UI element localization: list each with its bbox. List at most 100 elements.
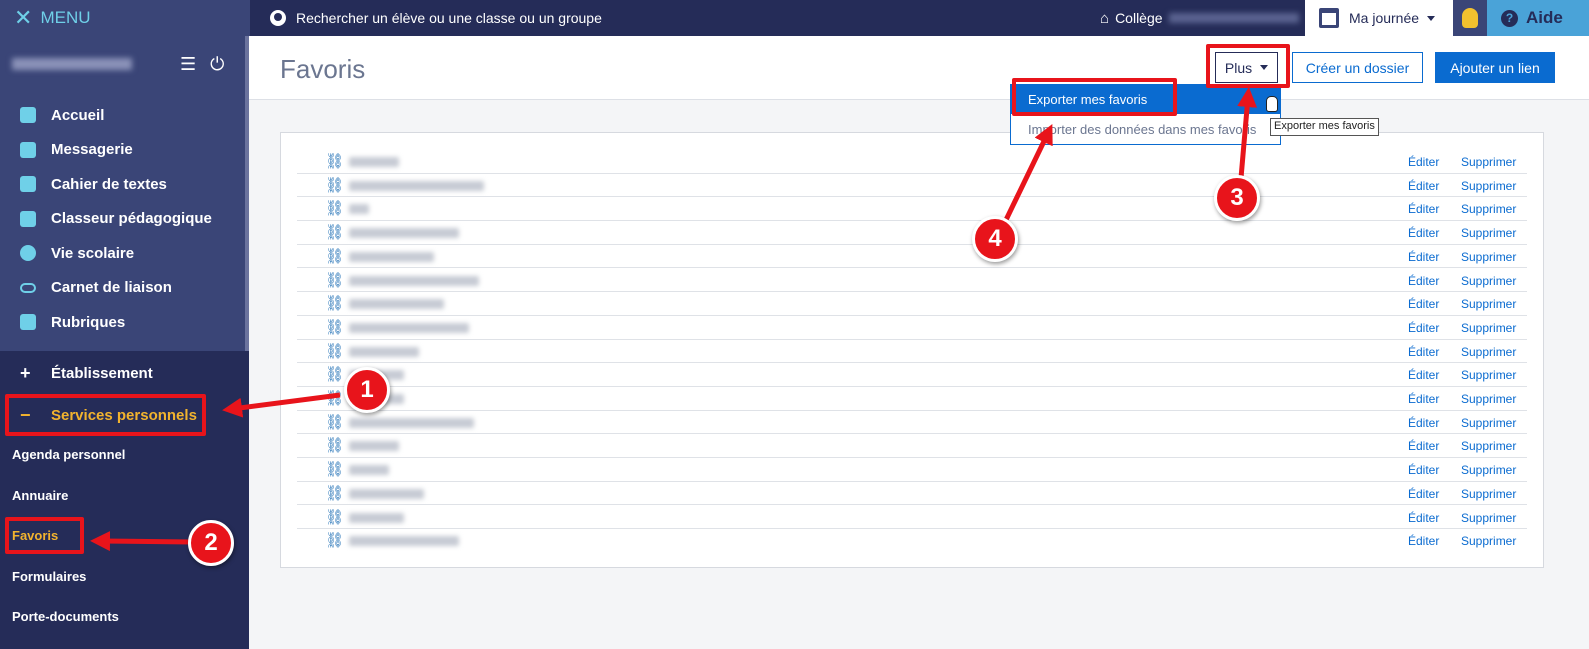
college-name-blurred xyxy=(1168,13,1299,23)
menu-button[interactable]: ✕ MENU xyxy=(0,0,250,36)
delete-link[interactable]: Supprimer xyxy=(1461,487,1516,501)
delete-link[interactable]: Supprimer xyxy=(1461,416,1516,430)
edit-link[interactable]: Éditer xyxy=(1408,226,1439,240)
delete-link[interactable]: Supprimer xyxy=(1461,392,1516,406)
user-name-blurred xyxy=(12,58,132,70)
link-icon: ⛓ xyxy=(325,271,345,289)
favorites-panel: ⛓ Éditer Supprimer ⛓ Éditer Supprimer ⛓ Éditer S… xyxy=(280,132,1544,568)
link-icon: ⛓ xyxy=(325,295,345,313)
sidebar-item-cahier-de-textes[interactable]: Cahier de textes xyxy=(0,167,245,202)
aide-button[interactable]: ? Aide xyxy=(1487,0,1589,36)
favorite-name-blurred[interactable] xyxy=(349,441,399,452)
power-icon[interactable]: ⏻ xyxy=(210,54,224,75)
edit-link[interactable]: Éditer xyxy=(1408,297,1439,311)
edit-link[interactable]: Éditer xyxy=(1408,487,1439,501)
delete-link[interactable]: Supprimer xyxy=(1461,155,1516,169)
highlight-favoris xyxy=(5,517,84,554)
delete-link[interactable]: Supprimer xyxy=(1461,274,1516,288)
sidebar-item-rubriques[interactable]: Rubriques xyxy=(0,305,245,340)
table-row: ⛓ Éditer Supprimer xyxy=(297,221,1527,245)
delete-link[interactable]: Supprimer xyxy=(1461,439,1516,453)
edit-link[interactable]: Éditer xyxy=(1408,179,1439,193)
favorite-name-blurred[interactable] xyxy=(349,157,399,167)
edit-link[interactable]: Éditer xyxy=(1408,392,1439,406)
delete-link[interactable]: Supprimer xyxy=(1461,463,1516,477)
sidebar-item-label: Vie scolaire xyxy=(51,244,135,262)
sidebar-subitem-agenda[interactable]: Agenda personnel xyxy=(12,447,125,462)
favorite-name-blurred[interactable] xyxy=(349,299,444,310)
edit-link[interactable]: Éditer xyxy=(1408,368,1439,382)
delete-link[interactable]: Supprimer xyxy=(1461,226,1516,240)
edit-link[interactable]: Éditer xyxy=(1408,250,1439,264)
table-row: ⛓ Éditer Supprimer xyxy=(297,150,1527,174)
delete-link[interactable]: Supprimer xyxy=(1461,345,1516,359)
link-icon: ⛓ xyxy=(325,508,345,526)
favorite-name-blurred[interactable] xyxy=(349,322,469,333)
delete-link[interactable]: Supprimer xyxy=(1461,250,1516,264)
edit-link[interactable]: Éditer xyxy=(1408,202,1439,216)
settings-sliders-icon[interactable]: ☰ xyxy=(180,54,196,75)
favorite-name-blurred[interactable] xyxy=(349,417,474,428)
annotation-badge-4: 4 xyxy=(972,216,1018,262)
sidebar-subitem-annuaire[interactable]: Annuaire xyxy=(12,488,68,503)
ma-journee-button[interactable]: Ma journée xyxy=(1305,0,1453,36)
pie-chart-icon xyxy=(20,245,36,262)
add-link-button[interactable]: Ajouter un lien xyxy=(1435,52,1555,83)
delete-link[interactable]: Supprimer xyxy=(1461,297,1516,311)
link-icon: ⛓ xyxy=(325,413,345,431)
menu-item-import[interactable]: Importer des données dans mes favoris xyxy=(1011,114,1280,144)
favorite-name-blurred[interactable] xyxy=(349,251,434,262)
edit-link[interactable]: Éditer xyxy=(1408,534,1439,548)
folder-icon xyxy=(20,210,36,227)
delete-link[interactable]: Supprimer xyxy=(1461,202,1516,216)
table-row: ⛓ Éditer Supprimer xyxy=(297,174,1527,198)
favorite-name-blurred[interactable] xyxy=(349,346,419,357)
sidebar-subitem-formulaires[interactable]: Formulaires xyxy=(12,569,86,584)
table-row: ⛓ Éditer Supprimer xyxy=(297,245,1527,269)
search-bar[interactable]: Rechercher un élève ou une classe ou un … xyxy=(270,0,602,36)
favorite-name-blurred[interactable] xyxy=(349,228,459,239)
sidebar-top: ☰ ⏻ Accueil Messagerie Cahier de textes … xyxy=(0,36,245,351)
edit-link[interactable]: Éditer xyxy=(1408,511,1439,525)
favorite-name-blurred[interactable] xyxy=(349,204,369,215)
favorite-name-blurred[interactable] xyxy=(349,512,404,523)
delete-link[interactable]: Supprimer xyxy=(1461,179,1516,193)
sidebar-item-messagerie[interactable]: Messagerie xyxy=(0,133,245,168)
link-icon: ⛓ xyxy=(325,318,345,336)
college-selector[interactable]: ⌂ Collège xyxy=(1100,0,1319,36)
aide-label: Aide xyxy=(1526,8,1563,27)
edit-link[interactable]: Éditer xyxy=(1408,321,1439,335)
sidebar-item-carnet-de-liaison[interactable]: Carnet de liaison xyxy=(0,271,245,306)
annotation-badge-1: 1 xyxy=(344,367,390,413)
table-row: ⛓ Éditer Supprimer xyxy=(297,529,1527,553)
table-row: ⛓ Éditer Supprimer xyxy=(297,411,1527,435)
sidebar-item-classeur-pedagogique[interactable]: Classeur pédagogique xyxy=(0,202,245,237)
sidebar-item-vie-scolaire[interactable]: Vie scolaire xyxy=(0,236,245,271)
edit-link[interactable]: Éditer xyxy=(1408,274,1439,288)
create-folder-button[interactable]: Créer un dossier xyxy=(1292,52,1423,83)
favorite-name-blurred[interactable] xyxy=(349,465,389,476)
edit-link[interactable]: Éditer xyxy=(1408,463,1439,477)
favorite-name-blurred[interactable] xyxy=(349,180,484,191)
favorite-name-blurred[interactable] xyxy=(349,275,479,286)
ma-journee-label: Ma journée xyxy=(1349,10,1420,26)
delete-link[interactable]: Supprimer xyxy=(1461,368,1516,382)
delete-link[interactable]: Supprimer xyxy=(1461,321,1516,335)
edit-link[interactable]: Éditer xyxy=(1408,345,1439,359)
edit-link[interactable]: Éditer xyxy=(1408,439,1439,453)
sidebar-section-etablissement[interactable]: + Établissement xyxy=(0,353,249,393)
highlight-services-personnels xyxy=(5,394,206,436)
sidebar-subitem-porte-documents[interactable]: Porte-documents xyxy=(12,609,119,624)
edit-link[interactable]: Éditer xyxy=(1408,155,1439,169)
edit-link[interactable]: Éditer xyxy=(1408,416,1439,430)
delete-link[interactable]: Supprimer xyxy=(1461,511,1516,525)
delete-link[interactable]: Supprimer xyxy=(1461,534,1516,548)
sidebar-item-accueil[interactable]: Accueil xyxy=(0,98,245,133)
favorite-name-blurred[interactable] xyxy=(349,536,459,547)
table-row: ⛓ Éditer Supprimer xyxy=(297,387,1527,411)
lock-button[interactable] xyxy=(1453,0,1487,36)
annotation-badge-2: 2 xyxy=(188,520,234,566)
favorite-name-blurred[interactable] xyxy=(349,488,424,499)
link-icon: ⛓ xyxy=(325,153,345,170)
sidebar-item-label: Carnet de liaison xyxy=(51,279,172,297)
